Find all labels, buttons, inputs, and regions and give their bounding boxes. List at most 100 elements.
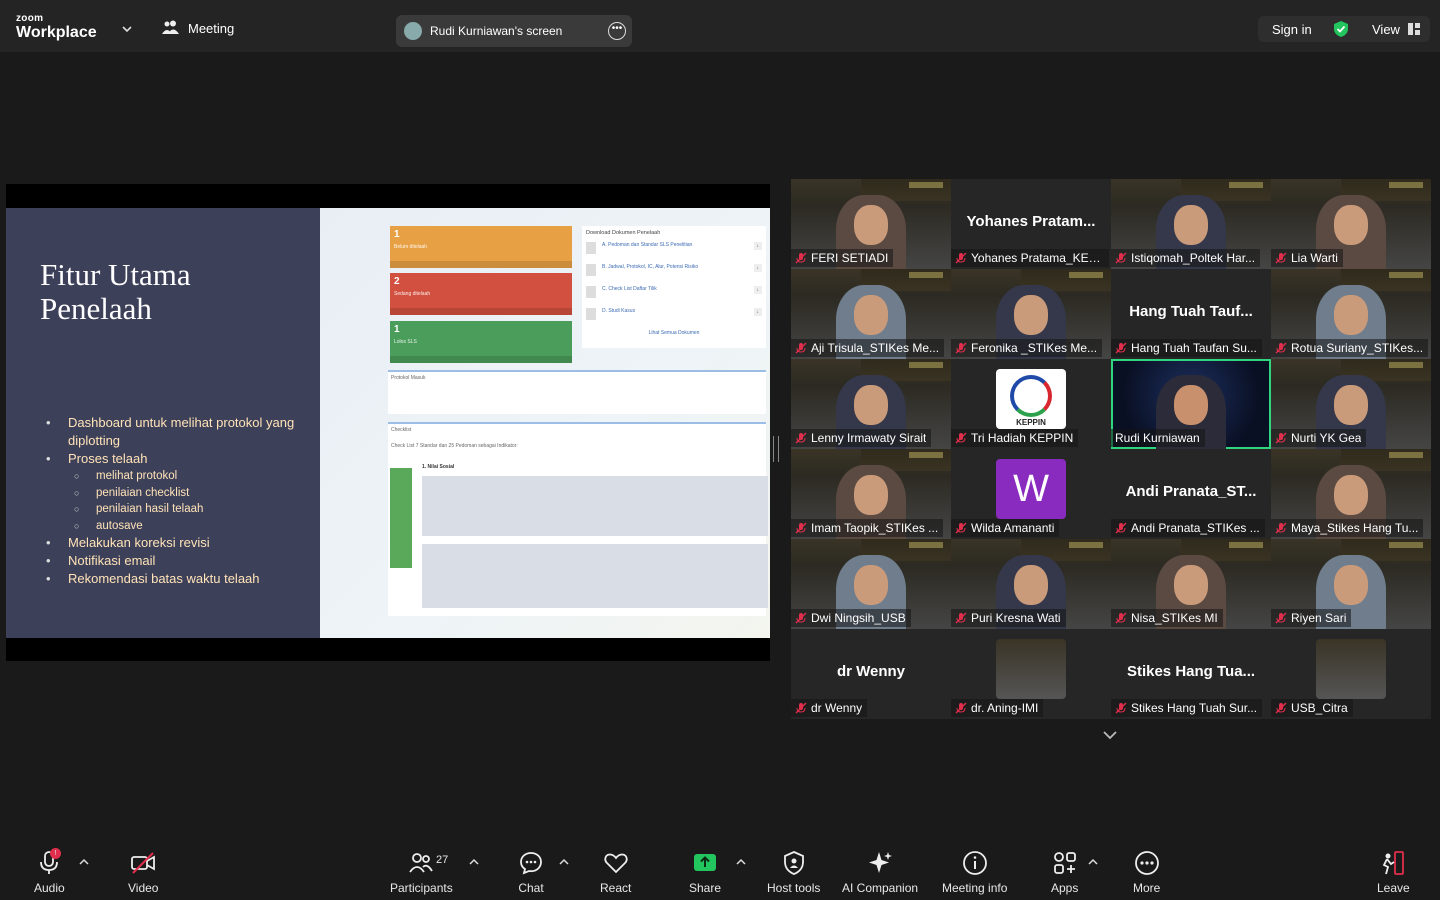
- meeting-button[interactable]: Meeting: [162, 20, 234, 36]
- participant-tile[interactable]: Lenny Irmawaty Sirait: [791, 359, 951, 449]
- slide-sub-bullet: melihat protokol: [46, 468, 306, 485]
- video-label: Video: [128, 881, 159, 895]
- participant-tile[interactable]: FERI SETIADI: [791, 179, 951, 269]
- react-button[interactable]: React: [600, 850, 631, 895]
- download-row: C. Check List Daftar Tilik ↓: [586, 286, 762, 308]
- participants-count: 27: [436, 854, 449, 866]
- share-options-caret-icon[interactable]: [736, 858, 746, 866]
- participant-name-label: Maya_Stikes Hang Tu...: [1271, 519, 1424, 537]
- info-icon: [962, 851, 987, 875]
- leave-label: Leave: [1377, 881, 1410, 895]
- apps-label: Apps: [1051, 881, 1079, 895]
- more-button[interactable]: More: [1133, 850, 1160, 895]
- top-bar: zoom Workplace Meeting Rudi Kurniawan's …: [0, 0, 1440, 52]
- more-options-icon[interactable]: •••: [608, 22, 626, 40]
- participant-display-name: dr Wenny: [836, 663, 906, 680]
- participant-tile[interactable]: Dwi Ningsih_USB: [791, 539, 951, 629]
- slide-bullet: Melakukan koreksi revisi: [46, 534, 306, 552]
- participant-avatar: W: [996, 459, 1066, 519]
- share-button[interactable]: Share: [689, 850, 721, 895]
- panel-resize-handle[interactable]: [773, 436, 779, 462]
- participant-tile[interactable]: Maya_Stikes Hang Tu...: [1271, 449, 1431, 539]
- ai-companion-button[interactable]: AI Companion: [842, 850, 918, 895]
- participant-tile[interactable]: Puri Kresna Wati: [951, 539, 1111, 629]
- shield-check-icon[interactable]: [1332, 20, 1350, 38]
- participant-name: Aji Trisula_STIKes Me...: [811, 341, 940, 355]
- chat-button[interactable]: Chat: [518, 850, 544, 895]
- participant-face: [1334, 565, 1368, 605]
- participant-tile[interactable]: dr Wenny dr Wenny: [791, 629, 951, 719]
- audio-warning-badge: !: [50, 848, 61, 859]
- participant-tile[interactable]: dr. Aning-IMI: [951, 629, 1111, 719]
- participant-display-name: Yohanes Pratam...: [966, 213, 1096, 230]
- participant-name: Lia Warti: [1291, 251, 1338, 265]
- participants-button[interactable]: 27 Participants: [390, 850, 453, 895]
- participant-tile[interactable]: Aji Trisula_STIKes Me...: [791, 269, 951, 359]
- slide-bullet: Dashboard untuk melihat protokol yang di…: [46, 414, 306, 450]
- people-icon: [162, 20, 179, 34]
- meeting-info-button[interactable]: Meeting info: [942, 850, 1007, 895]
- chat-options-caret-icon[interactable]: [559, 858, 569, 866]
- document-icon: [586, 242, 596, 254]
- participant-tile[interactable]: W Wilda Amananti: [951, 449, 1111, 539]
- download-item: C. Check List Daftar Tilik: [602, 286, 657, 292]
- leave-button[interactable]: Leave: [1377, 850, 1410, 895]
- participants-label: Participants: [390, 881, 453, 895]
- view-button[interactable]: View: [1372, 22, 1420, 37]
- host-tools-button[interactable]: Host tools: [767, 850, 820, 895]
- participant-tile[interactable]: USB_Citra: [1271, 629, 1431, 719]
- participant-tile[interactable]: Nurti YK Gea: [1271, 359, 1431, 449]
- checklist-body: 1. Nilai Sosial: [390, 464, 768, 608]
- participant-name: Imam Taopik_STIKes ...: [811, 521, 939, 535]
- apps-icon: [1053, 852, 1076, 874]
- participant-tile[interactable]: Lia Warti: [1271, 179, 1431, 269]
- brand-name: Workplace: [16, 24, 97, 41]
- participant-name-label: Nisa_STIKes MI: [1111, 609, 1223, 627]
- participant-name: Puri Kresna Wati: [971, 611, 1061, 625]
- ai-companion-label: AI Companion: [842, 881, 919, 895]
- participant-tile[interactable]: Nisa_STIKes MI: [1111, 539, 1271, 629]
- participant-tile[interactable]: Stikes Hang Tua... Stikes Hang Tuah Sur..…: [1111, 629, 1271, 719]
- participant-name: Istiqomah_Poltek Har...: [1131, 251, 1256, 265]
- sign-in-button[interactable]: Sign in: [1258, 22, 1328, 37]
- shared-screen[interactable]: Fitur Utama Penelaah Dashboard untuk mel…: [6, 184, 770, 661]
- participant-name: Lenny Irmawaty Sirait: [811, 431, 927, 445]
- participant-name: Yohanes Pratama_KEPPIN: [971, 251, 1104, 265]
- participant-name-label: USB_Citra: [1271, 699, 1353, 717]
- audio-options-caret-icon[interactable]: [79, 858, 89, 866]
- screen-share-indicator[interactable]: Rudi Kurniawan's screen •••: [396, 15, 632, 47]
- participant-tile[interactable]: Yohanes Pratam... Yohanes Pratama_KEPPIN: [951, 179, 1111, 269]
- apps-button[interactable]: Apps: [1051, 850, 1078, 895]
- participant-name: Tri Hadiah KEPPIN: [971, 431, 1074, 445]
- participant-face: [854, 385, 888, 425]
- participant-name: Riyen Sari: [1291, 611, 1347, 625]
- slide-sub-bullet: autosave: [46, 518, 306, 535]
- apps-options-caret-icon[interactable]: [1088, 858, 1098, 866]
- participant-tile[interactable]: Riyen Sari: [1271, 539, 1431, 629]
- share-screen-icon: [694, 854, 717, 871]
- participant-tile[interactable]: Istiqomah_Poltek Har...: [1111, 179, 1271, 269]
- audio-button[interactable]: ! Audio: [34, 848, 65, 895]
- participant-name-label: Yohanes Pratama_KEPPIN: [951, 249, 1109, 267]
- microphone-muted-icon: [795, 342, 807, 354]
- participant-tile[interactable]: Andi Pranata_ST... Andi Pranata_STIKes ..…: [1111, 449, 1271, 539]
- participant-tile[interactable]: Feronika _STIKes Me...: [951, 269, 1111, 359]
- participant-tile[interactable]: Rudi Kurniawan: [1111, 359, 1271, 449]
- participant-tile[interactable]: Rotua Suriany_STIKes...: [1271, 269, 1431, 359]
- participant-tile[interactable]: Imam Taopik_STIKes ...: [791, 449, 951, 539]
- chevron-down-icon[interactable]: [120, 22, 134, 36]
- participant-name: Andi Pranata_STIKes ...: [1131, 521, 1260, 535]
- screen-share-label: Rudi Kurniawan's screen: [430, 24, 563, 38]
- participant-tile[interactable]: Hang Tuah Tauf... Hang Tuah Taufan Su...: [1111, 269, 1271, 359]
- meeting-toolbar: ! Audio Video 27 Participants Chat React…: [0, 842, 1440, 900]
- microphone-muted-icon: [955, 252, 967, 264]
- participant-name-label: Riyen Sari: [1271, 609, 1352, 627]
- checklist-index-bar: [390, 468, 412, 568]
- video-button[interactable]: Video: [128, 850, 158, 895]
- microphone-muted-icon: [795, 252, 807, 264]
- participant-tile[interactable]: KEPPIN Tri Hadiah KEPPIN: [951, 359, 1111, 449]
- participants-options-caret-icon[interactable]: [469, 858, 479, 866]
- microphone-muted-icon: [955, 612, 967, 624]
- download-all-link: Lihat Semua Dokumen: [648, 330, 700, 336]
- chevron-down-icon[interactable]: [1100, 728, 1120, 742]
